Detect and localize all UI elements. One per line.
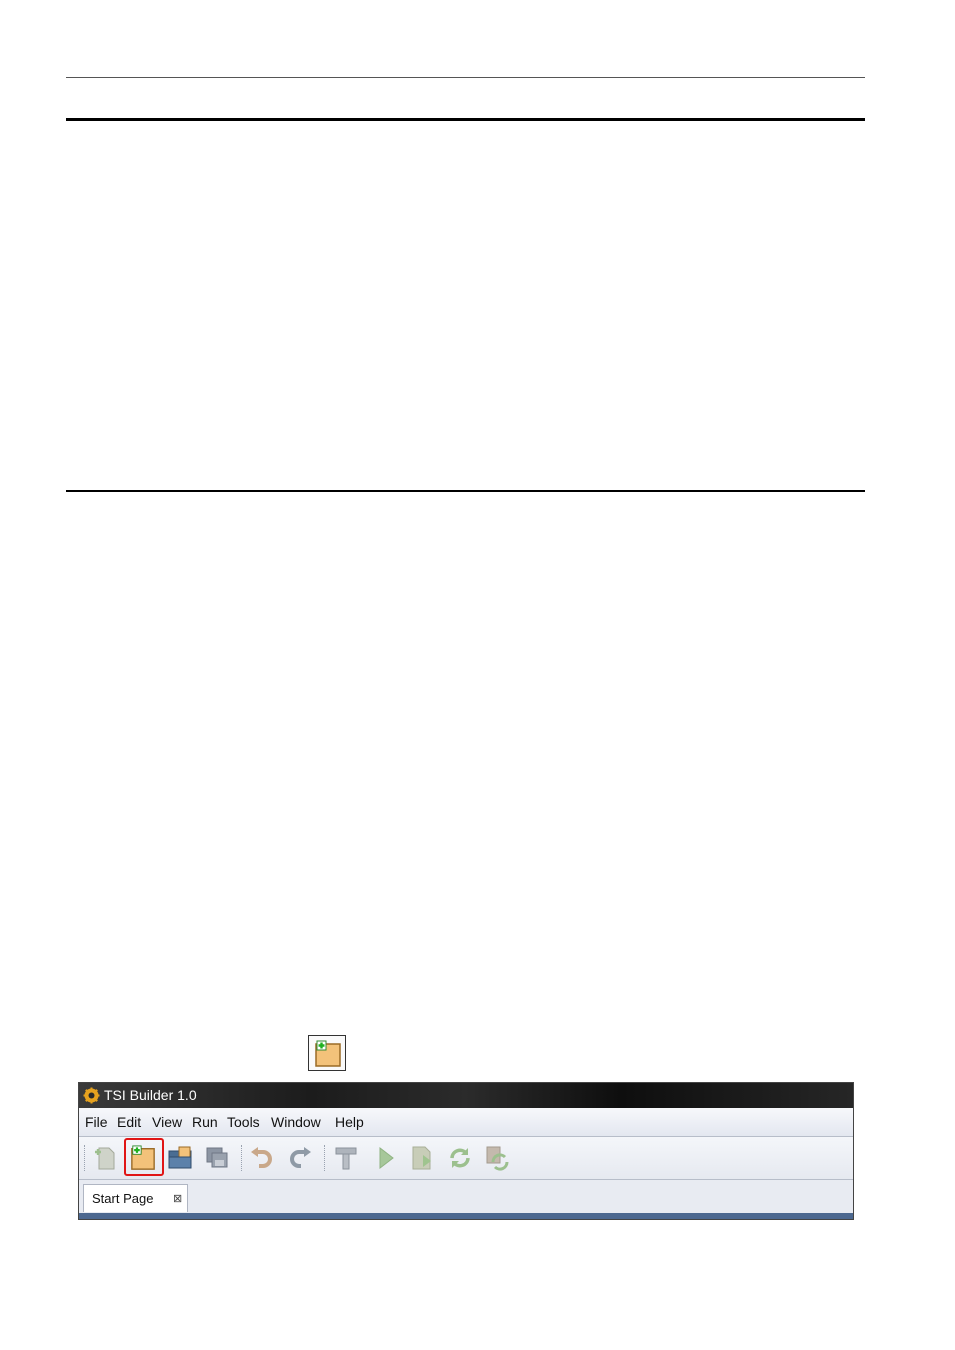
tab-start-page[interactable]: Start Page ⊠ [83, 1184, 188, 1212]
save-all-icon [206, 1147, 228, 1168]
sync-button[interactable] [482, 1144, 512, 1172]
window-title: TSI Builder 1.0 [104, 1087, 197, 1103]
new-project-highlight [124, 1138, 164, 1176]
section-rule [66, 490, 865, 492]
menu-run[interactable]: Run [192, 1114, 218, 1130]
run-icon [379, 1146, 394, 1170]
new-file-button[interactable] [91, 1144, 121, 1172]
refresh-button[interactable] [445, 1144, 475, 1172]
section-rule [66, 118, 865, 121]
open-project-icon [168, 1146, 192, 1169]
menu-view[interactable]: View [152, 1114, 182, 1130]
app-window: TSI Builder 1.0 File Edit View Run Tools… [78, 1082, 854, 1220]
toolbar-separator [241, 1145, 242, 1171]
sync-icon [486, 1146, 509, 1171]
undo-icon [251, 1147, 272, 1168]
header-rule [66, 77, 865, 78]
toolbar-separator [84, 1145, 85, 1171]
build-hammer-icon [335, 1147, 357, 1170]
menu-edit[interactable]: Edit [117, 1114, 141, 1130]
toolbar-separator [324, 1145, 325, 1171]
redo-icon [290, 1147, 311, 1168]
new-project-icon [308, 1035, 346, 1071]
app-gear-icon [83, 1087, 100, 1104]
save-all-button[interactable] [202, 1144, 232, 1172]
menu-help[interactable]: Help [335, 1114, 364, 1130]
open-project-button[interactable] [165, 1144, 195, 1172]
menu-bar: File Edit View Run Tools Window Help [79, 1108, 853, 1137]
undo-button[interactable] [247, 1144, 277, 1172]
refresh-icon [450, 1148, 470, 1168]
toolbar [79, 1137, 853, 1180]
run-button[interactable] [371, 1144, 401, 1172]
deploy-icon [412, 1146, 431, 1170]
close-icon[interactable]: ⊠ [173, 1192, 182, 1205]
menu-file[interactable]: File [85, 1114, 108, 1130]
deploy-button[interactable] [407, 1144, 437, 1172]
tab-bar: Start Page ⊠ [79, 1180, 853, 1214]
menu-tools[interactable]: Tools [227, 1114, 260, 1130]
menu-window[interactable]: Window [271, 1114, 321, 1130]
tab-label: Start Page [92, 1191, 154, 1206]
redo-button[interactable] [285, 1144, 315, 1172]
build-button[interactable] [331, 1144, 361, 1172]
editor-area-edge [79, 1213, 853, 1219]
title-bar: TSI Builder 1.0 [79, 1083, 853, 1108]
new-file-icon [95, 1147, 115, 1170]
